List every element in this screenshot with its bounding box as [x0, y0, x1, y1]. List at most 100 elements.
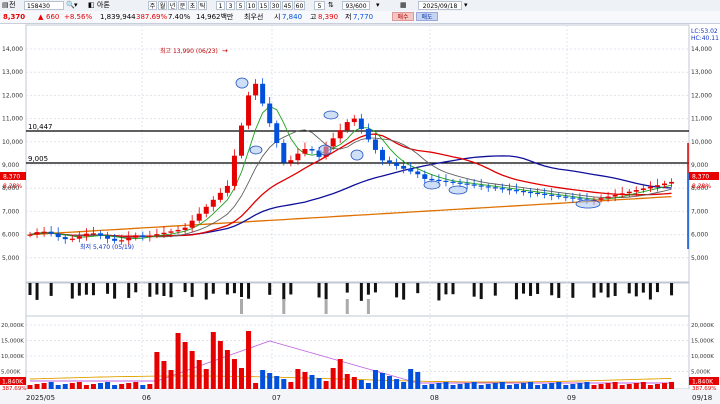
volume-bar: [69, 383, 75, 389]
volume-bar: [175, 333, 181, 389]
date-label: 08: [430, 394, 439, 402]
highlight-marker: [575, 199, 601, 209]
high-annotation: 최고 13,990 (06/23): [160, 47, 218, 55]
volume-bar: [471, 382, 477, 389]
buy-button[interactable]: 매수: [392, 12, 414, 21]
signal-bar: [402, 283, 406, 300]
signal-bar-gray: [366, 299, 370, 314]
right-volume-tag-pct: 387.69%: [692, 386, 716, 392]
interval-60[interactable]: 60: [294, 1, 305, 10]
period-month[interactable]: 월: [158, 1, 167, 10]
signal-bar: [345, 283, 349, 293]
interval-45[interactable]: 45: [282, 1, 293, 10]
signal-bar: [28, 283, 32, 295]
chevron-down-icon[interactable]: ▾: [74, 0, 78, 11]
signal-bar: [148, 283, 152, 297]
volume-bar: [351, 377, 357, 389]
candle: [98, 233, 103, 236]
interval-10[interactable]: 10: [246, 1, 257, 10]
signal-bar: [592, 283, 596, 298]
candle: [119, 240, 125, 242]
interval-5[interactable]: 5: [236, 1, 245, 10]
stock-code-input[interactable]: 158430: [24, 1, 64, 10]
sell-button[interactable]: 매도: [416, 12, 438, 21]
interval-1[interactable]: 1: [216, 1, 225, 10]
period-tick[interactable]: 틱: [198, 1, 207, 10]
date-input[interactable]: 2025/09/18: [418, 1, 462, 10]
trade-value: 14,962백만: [196, 13, 234, 21]
highlight-marker: [448, 185, 468, 195]
candle: [528, 191, 534, 194]
volume-bar: [246, 331, 252, 389]
right-volume-tag-text: 1,840K: [692, 379, 714, 386]
period-minute[interactable]: 분: [178, 1, 187, 10]
candle: [224, 185, 230, 193]
volume-bar: [98, 383, 103, 389]
interval-3[interactable]: 3: [226, 1, 235, 10]
signal-bar: [670, 283, 674, 296]
volume-bar: [76, 382, 82, 389]
chevron-down-icon[interactable]: ▾: [376, 0, 380, 11]
period-year[interactable]: 년: [168, 1, 177, 10]
candle: [429, 178, 435, 181]
price-axis-label: 5,000: [691, 255, 708, 262]
interval-custom[interactable]: 5: [314, 1, 325, 10]
volume-bar: [182, 342, 188, 389]
price-axis-label: 11,000: [691, 116, 712, 123]
price-axis-label: 10,000: [691, 139, 712, 146]
candle: [563, 196, 569, 198]
volume-bar: [464, 383, 470, 389]
left-volume-tag-text: 1,840K: [2, 379, 24, 386]
signal-bar-gray: [324, 299, 328, 314]
volume-bar: [436, 383, 442, 389]
candle: [619, 193, 625, 195]
signal-bar: [77, 283, 81, 296]
period-week[interactable]: 주: [148, 1, 157, 10]
market-label[interactable]: 전: [9, 0, 15, 11]
favorite-icon[interactable]: ◧: [88, 0, 95, 11]
candle: [309, 149, 315, 151]
volume-bar: [323, 381, 329, 389]
signal-bar: [359, 283, 363, 301]
signal-bar: [183, 283, 187, 293]
candle: [126, 237, 132, 241]
price-axis-label: 6,000: [691, 232, 708, 239]
signal-bar: [247, 283, 251, 299]
stock-chart[interactable]: 14,00013,00012,00011,00010,0009,0008,000…: [0, 23, 720, 404]
highlight-marker: [235, 77, 249, 89]
candle: [408, 168, 414, 172]
volume-bar: [83, 385, 89, 389]
calendar-icon[interactable]: ▦: [400, 0, 407, 11]
data-count[interactable]: 93/600: [342, 1, 370, 10]
volume-bar: [344, 374, 350, 389]
candle: [436, 179, 442, 182]
chevron-down-icon[interactable]: ▾: [464, 0, 468, 11]
signal-bar: [70, 283, 74, 299]
interval-15[interactable]: 15: [258, 1, 269, 10]
candle: [76, 236, 82, 239]
candle: [457, 182, 463, 184]
volume-bar: [105, 382, 111, 389]
scroll-arrows-icon[interactable]: ⇅: [328, 0, 334, 11]
volume-bar: [267, 373, 273, 389]
candle: [112, 238, 118, 241]
price-axis-label: 7,000: [691, 208, 708, 215]
volume-bar: [189, 351, 195, 389]
volume-bar: [309, 375, 315, 389]
period-second[interactable]: 초: [188, 1, 197, 10]
candle: [365, 129, 371, 140]
volume-bar: [626, 384, 632, 389]
interval-30[interactable]: 30: [270, 1, 281, 10]
candle: [344, 122, 350, 131]
candle: [140, 235, 146, 237]
candle: [577, 198, 583, 200]
signal-bar: [373, 283, 377, 293]
candle: [274, 123, 280, 143]
signal-bar: [479, 283, 483, 300]
candle: [443, 180, 449, 182]
price-axis-label: 9,000: [2, 162, 19, 169]
signal-bar: [634, 283, 638, 297]
volume-ratio: 387.69%: [136, 13, 168, 21]
menu-icon[interactable]: ▤: [2, 0, 9, 11]
signal-bar: [134, 283, 138, 293]
